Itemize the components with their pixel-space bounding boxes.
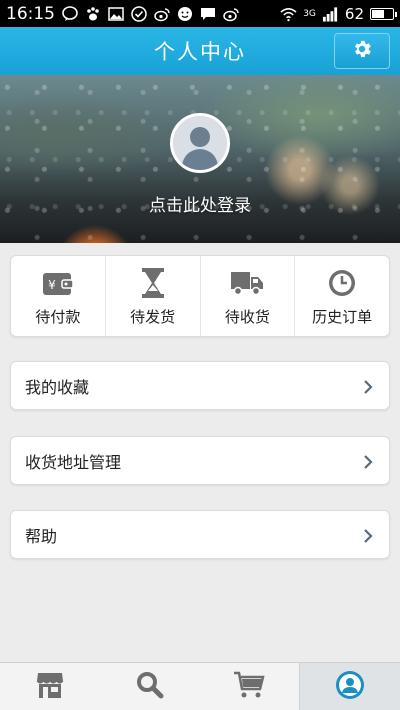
avatar[interactable] bbox=[170, 113, 230, 173]
status-bar: 16:15 3G 62 bbox=[0, 0, 400, 27]
smiley-icon bbox=[176, 5, 193, 22]
menu-help[interactable]: 帮助 bbox=[10, 510, 390, 559]
profile-banner: 点击此处登录 bbox=[0, 75, 400, 243]
user-icon bbox=[335, 670, 365, 704]
header: 个人中心 bbox=[0, 27, 400, 75]
order-label: 待发货 bbox=[130, 307, 176, 326]
tab-store[interactable] bbox=[0, 663, 100, 710]
chevron-right-icon bbox=[363, 379, 375, 394]
order-pending-payment[interactable]: ¥ 待付款 bbox=[11, 256, 106, 336]
chat-bubble-icon bbox=[61, 5, 78, 22]
wallet-yen-icon: ¥ bbox=[41, 266, 75, 300]
menu-label: 帮助 bbox=[25, 526, 58, 546]
status-time: 16:15 bbox=[6, 3, 55, 24]
hourglass-icon bbox=[136, 266, 170, 300]
menu-label: 我的收藏 bbox=[25, 377, 90, 397]
login-link[interactable]: 点击此处登录 bbox=[0, 191, 400, 216]
bottom-tab-bar bbox=[0, 662, 400, 710]
page-title: 个人中心 bbox=[154, 40, 246, 64]
signal-icon bbox=[322, 5, 339, 22]
menu-label: 收货地址管理 bbox=[25, 452, 122, 472]
cart-icon bbox=[233, 670, 265, 704]
tab-profile[interactable] bbox=[299, 663, 400, 710]
truck-icon bbox=[230, 266, 264, 300]
wifi-icon bbox=[280, 5, 297, 22]
gear-icon bbox=[351, 38, 373, 64]
svg-text:¥: ¥ bbox=[48, 278, 56, 292]
image-icon bbox=[107, 5, 124, 22]
paw-icon bbox=[84, 5, 101, 22]
weibo-icon bbox=[153, 5, 170, 22]
order-label: 待收货 bbox=[224, 307, 270, 326]
clock-icon bbox=[325, 266, 359, 300]
chevron-right-icon bbox=[363, 528, 375, 543]
order-status-panel: ¥ 待付款 待发货 待收货 历史订单 bbox=[10, 255, 390, 337]
search-icon bbox=[136, 671, 164, 703]
tab-cart[interactable] bbox=[200, 663, 300, 710]
tab-search[interactable] bbox=[100, 663, 200, 710]
battery-icon bbox=[370, 7, 397, 20]
message-icon bbox=[199, 5, 216, 22]
order-pending-shipment[interactable]: 待发货 bbox=[106, 256, 201, 336]
order-label: 待付款 bbox=[35, 307, 81, 326]
order-label: 历史订单 bbox=[312, 307, 373, 326]
chevron-right-icon bbox=[363, 454, 375, 469]
store-icon bbox=[35, 670, 65, 704]
weibo-icon-2 bbox=[222, 5, 239, 22]
menu-address-management[interactable]: 收货地址管理 bbox=[10, 436, 390, 485]
check-circle-icon bbox=[130, 5, 147, 22]
battery-percent: 62 bbox=[344, 4, 364, 23]
network-type: 3G bbox=[303, 8, 316, 19]
order-pending-receipt[interactable]: 待收货 bbox=[201, 256, 296, 336]
order-history[interactable]: 历史订单 bbox=[295, 256, 389, 336]
menu-favorites[interactable]: 我的收藏 bbox=[10, 361, 390, 410]
settings-button[interactable] bbox=[334, 33, 390, 69]
